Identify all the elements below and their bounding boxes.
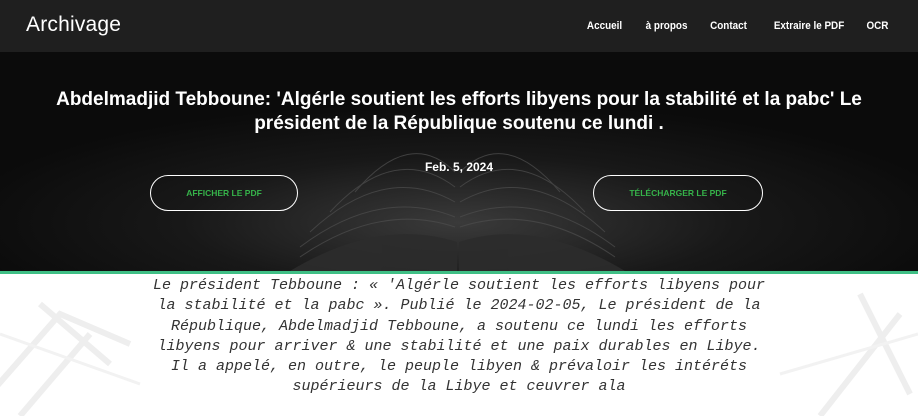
nav-link-accueil[interactable]: Accueil	[587, 20, 622, 32]
nav-link-a-propos[interactable]: à propos	[646, 20, 688, 32]
nav-links: Accueil à propos Contact Extraire le PDF…	[583, 20, 888, 32]
publish-date: Feb. 5, 2024	[424, 160, 494, 174]
nav-link-extraire-pdf[interactable]: Extraire le PDF	[774, 20, 844, 32]
download-pdf-button[interactable]: TÉLÉCHARGER LE PDF	[593, 175, 763, 211]
nav-link-contact[interactable]: Contact	[710, 20, 747, 32]
article-content: Le président Tebboune : « 'Algérle souti…	[0, 274, 918, 416]
navbar: Archivage Accueil à propos Contact Extra…	[0, 0, 918, 52]
article-title: Abdelmadjid Tebboune: 'Algérle soutient …	[56, 89, 862, 134]
nav-link-ocr[interactable]: OCR	[866, 20, 888, 32]
view-pdf-button[interactable]: AFFICHER LE PDF	[150, 175, 298, 211]
hero-banner: Abdelmadjid Tebboune: 'Algérle soutient …	[0, 52, 918, 271]
brand-logo[interactable]: Archivage	[26, 13, 121, 37]
article-body-text: Le président Tebboune : « 'Algérle souti…	[152, 277, 766, 396]
